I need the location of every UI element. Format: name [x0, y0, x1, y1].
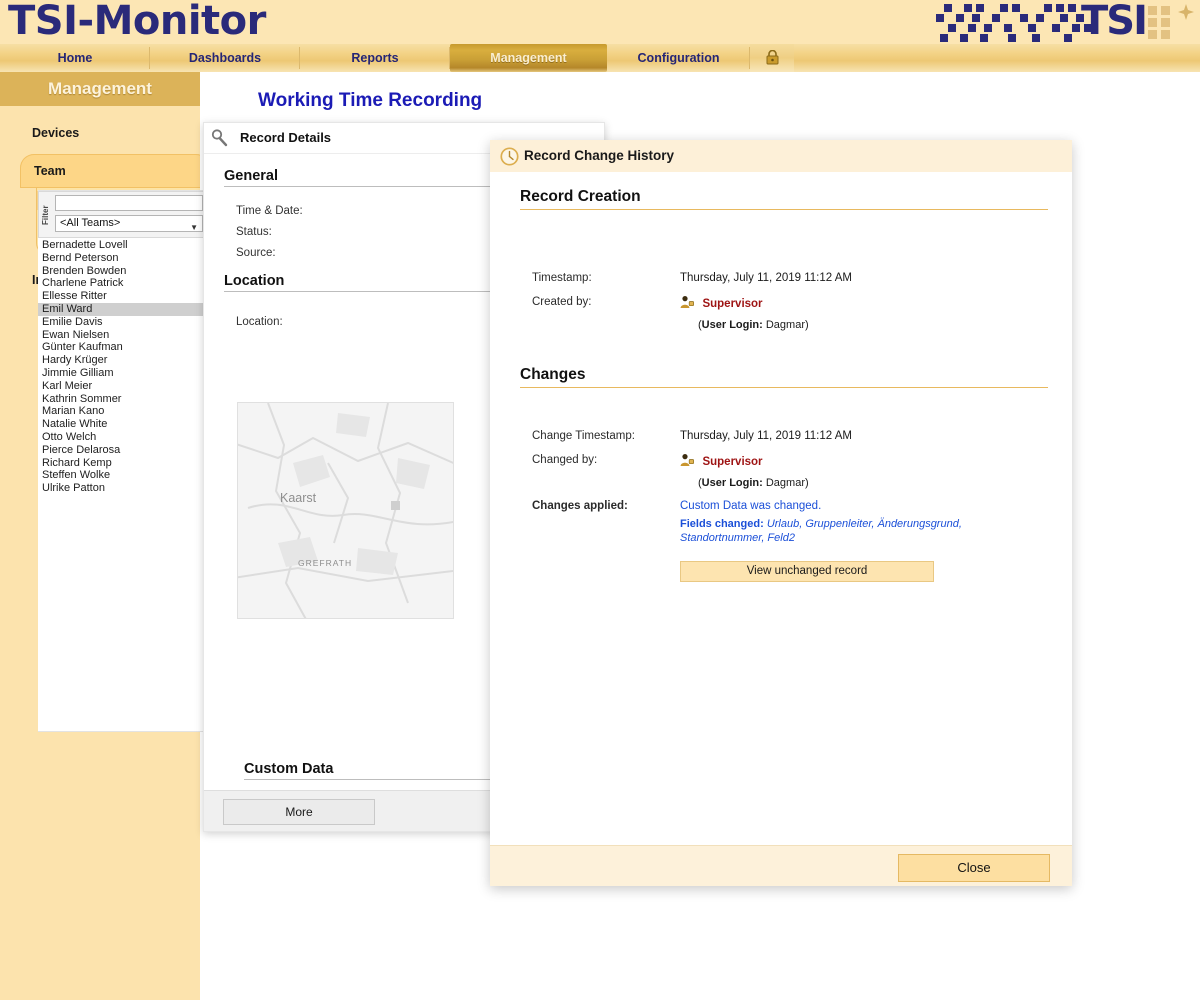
magnifier-icon [210, 128, 230, 159]
list-item[interactable]: Bernd Peterson [38, 252, 208, 265]
label-changes-applied: Changes applied: [532, 500, 628, 512]
value-creation-timestamp: Thursday, July 11, 2019 11:12 AM [680, 272, 852, 284]
nav-item-management[interactable]: Management [450, 44, 607, 72]
value-change-timestamp: Thursday, July 11, 2019 11:12 AM [680, 430, 852, 442]
heading-changes: Changes [520, 366, 1048, 388]
list-item[interactable]: Otto Welch [38, 431, 208, 444]
nav-label: Dashboards [188, 51, 262, 65]
list-item[interactable]: Charlene Patrick [38, 277, 208, 290]
lock-icon [766, 49, 779, 65]
nav-item-dashboards[interactable]: Dashboards [150, 44, 300, 72]
tsi-logo: TSI [934, 0, 1194, 44]
changed-by-name: Supervisor [702, 456, 763, 468]
app-banner: TSI-Monitor TSI [0, 0, 1200, 44]
more-button[interactable]: More [223, 799, 375, 825]
sidebar-header: Management [0, 72, 200, 106]
login-value: Dagmar [765, 319, 805, 331]
value-changed-by: Supervisor (User Login: Dagmar) [680, 452, 809, 491]
value-changes-applied: Custom Data was changed. [680, 500, 822, 512]
list-item[interactable]: Ulrike Patton [38, 482, 208, 495]
list-item[interactable]: Jimmie Gilliam [38, 367, 208, 380]
app-title: TSI-Monitor [8, 0, 266, 44]
list-item[interactable]: Brenden Bowden [38, 265, 208, 278]
dialog-title: Record Change History [524, 148, 675, 163]
changed-by-login: (User Login: Dagmar) [698, 477, 809, 489]
logo-tile-pattern [1148, 6, 1174, 49]
fields-changed: Fields changed: Urlaub, Gruppenleiter, Ä… [680, 517, 980, 545]
list-item[interactable]: Steffen Wolke [38, 469, 208, 482]
sidebar-item-label: Devices [32, 126, 80, 140]
nav-label: Home [57, 51, 93, 65]
filter-box: Filter <All Teams> ▼ [38, 191, 210, 238]
nav-item-home[interactable]: Home [0, 44, 150, 72]
dialog-header: Record Change History [490, 140, 1072, 173]
value-created-by: Supervisor (User Login: Dagmar) [680, 294, 809, 333]
login-value: Dagmar [765, 477, 805, 489]
filter-input[interactable] [55, 195, 203, 211]
nav-label: Configuration [637, 51, 720, 65]
page-title: Working Time Recording [258, 90, 483, 111]
user-icon [680, 295, 694, 314]
list-item[interactable]: Marian Kano [38, 405, 208, 418]
team-select[interactable]: <All Teams> ▼ [55, 215, 203, 232]
nav-item-configuration[interactable]: Configuration [607, 44, 750, 72]
created-by-name: Supervisor [702, 298, 763, 310]
list-item[interactable]: Ewan Nielsen [38, 329, 208, 342]
heading-record-creation: Record Creation [520, 188, 1048, 210]
person-list-panel: Filter <All Teams> ▼ Bernadette Lovell Be… [38, 190, 210, 732]
label-created-by: Created by: [532, 296, 592, 308]
team-select-value: <All Teams> [60, 217, 121, 229]
login-label: User Login: [701, 319, 763, 331]
fields-changed-label: Fields changed: [680, 518, 764, 530]
list-item[interactable]: Natalie White [38, 418, 208, 431]
list-item[interactable]: Hardy Krüger [38, 354, 208, 367]
logo-wordmark: TSI [1081, 0, 1148, 44]
login-label: User Login: [701, 477, 763, 489]
list-item[interactable]: Bernadette Lovell [38, 239, 208, 252]
list-item[interactable]: Emil Ward [38, 302, 208, 316]
person-list[interactable]: Bernadette Lovell Bernd Peterson Brenden B… [38, 239, 208, 495]
dialog-footer: Close [490, 845, 1072, 886]
created-by-login: (User Login: Dagmar) [698, 319, 809, 331]
list-item[interactable]: Richard Kemp [38, 457, 208, 470]
list-item[interactable]: Emilie Davis [38, 316, 208, 329]
close-button[interactable]: Close [898, 854, 1050, 882]
sidebar-item-devices[interactable]: Devices [32, 126, 200, 140]
label-changed-by: Changed by: [532, 454, 598, 466]
list-item[interactable]: Ellesse Ritter [38, 290, 208, 303]
chevron-down-icon: ▼ [190, 223, 198, 232]
list-item[interactable]: Karl Meier [38, 380, 208, 393]
record-details-title: Record Details [240, 130, 332, 145]
map-graphic [238, 403, 453, 618]
label-change-timestamp: Change Timestamp: [532, 430, 635, 442]
view-unchanged-record-button[interactable]: View unchanged record [680, 561, 934, 582]
sidebar-item-team[interactable]: Team [20, 154, 210, 188]
sidebar-item-label: Team [34, 164, 66, 178]
nav-item-lock[interactable] [750, 44, 794, 72]
nav-label: Management [490, 51, 567, 65]
list-item[interactable]: Kathrin Sommer [38, 393, 208, 406]
location-map[interactable]: Kaarst GREFRATH [237, 402, 454, 619]
label-creation-timestamp: Timestamp: [532, 272, 592, 284]
map-label-city: Kaarst [280, 491, 317, 505]
nav-label: Reports [351, 51, 399, 65]
list-item[interactable]: Pierce Delarosa [38, 444, 208, 457]
dialog-body: Record Creation Timestamp: Thursday, Jul… [490, 172, 1072, 846]
sparkle-icon [1178, 4, 1194, 20]
main-navigation: Home Dashboards Reports Management Confi… [0, 44, 1200, 73]
list-item[interactable]: Günter Kaufman [38, 341, 208, 354]
record-change-history-dialog: Record Change History Record Creation Ti… [490, 140, 1072, 886]
filter-label: Filter [41, 205, 50, 225]
user-icon [680, 453, 694, 472]
map-label-area: GREFRATH [298, 558, 353, 568]
nav-item-reports[interactable]: Reports [300, 44, 450, 72]
logo-tiles-svg [1148, 6, 1170, 39]
